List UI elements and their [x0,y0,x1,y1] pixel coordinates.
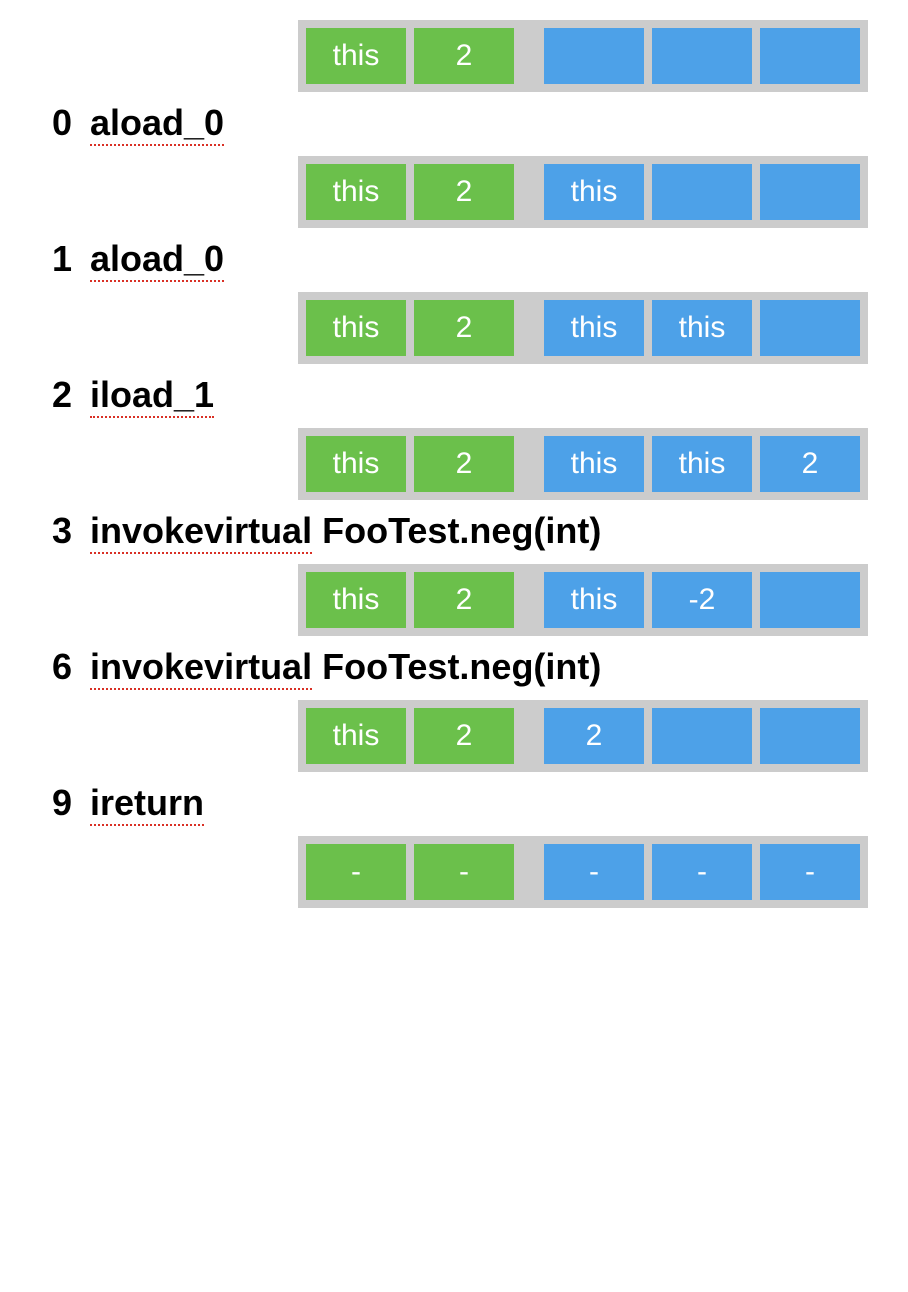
instruction-index: 6 [40,646,72,688]
local-var-cell: 2 [414,708,514,764]
stack-container: this2thisthis [298,292,868,364]
operand-stack-cell: 2 [760,436,860,492]
operand-stack-cell [760,572,860,628]
local-var-cell: this [306,28,406,84]
operand-stack-cell: 2 [544,708,644,764]
stack-state-row: this2thisthis [40,292,868,364]
stack-container: this2this-2 [298,564,868,636]
instruction-text: invokevirtual FooTest.neg(int) [90,510,601,552]
separator-gap [522,572,536,628]
operand: FooTest.neg(int) [322,510,601,551]
operand-stack-cell: this [544,300,644,356]
instruction-row: 6 invokevirtual FooTest.neg(int) [40,646,868,688]
operand-stack-cell: -2 [652,572,752,628]
instruction-index: 2 [40,374,72,416]
instruction-index: 1 [40,238,72,280]
instruction-text: aload_0 [90,102,224,144]
local-var-cell: this [306,708,406,764]
local-var-cell: this [306,572,406,628]
local-var-cell: 2 [414,436,514,492]
opcode: aload_0 [90,102,224,146]
operand-stack-cell [652,28,752,84]
stack-state-row: this22 [40,700,868,772]
stack-state-row: this2thisthis2 [40,428,868,500]
stack-state-row: this2this-2 [40,564,868,636]
separator-gap [522,844,536,900]
operand-stack-cell [652,164,752,220]
instruction-row: 9 ireturn [40,782,868,824]
operand: FooTest.neg(int) [322,646,601,687]
operand-stack-cell: - [760,844,860,900]
instruction-index: 0 [40,102,72,144]
operand-stack-cell [760,164,860,220]
operand-stack-cell: - [544,844,644,900]
local-var-cell: this [306,300,406,356]
operand-stack-cell [760,708,860,764]
operand-stack-cell: this [544,572,644,628]
instruction-text: aload_0 [90,238,224,280]
local-var-cell: 2 [414,300,514,356]
separator-gap [522,436,536,492]
instruction-text: iload_1 [90,374,214,416]
opcode: invokevirtual [90,510,312,554]
local-var-cell: - [414,844,514,900]
opcode: invokevirtual [90,646,312,690]
separator-gap [522,164,536,220]
stack-container: this22 [298,700,868,772]
operand-stack-cell: this [544,436,644,492]
instruction-index: 3 [40,510,72,552]
local-var-cell: this [306,164,406,220]
stack-container: this2thisthis2 [298,428,868,500]
separator-gap [522,28,536,84]
instruction-text: ireturn [90,782,204,824]
opcode: ireturn [90,782,204,826]
operand-stack-cell: this [652,300,752,356]
instruction-row: 1 aload_0 [40,238,868,280]
instruction-index: 9 [40,782,72,824]
separator-gap [522,708,536,764]
local-var-cell: 2 [414,28,514,84]
operand-stack-cell [652,708,752,764]
opcode: aload_0 [90,238,224,282]
operand-stack-cell: this [652,436,752,492]
opcode: iload_1 [90,374,214,418]
stack-state-row: ----- [40,836,868,908]
operand-stack-cell [760,28,860,84]
instruction-row: 0 aload_0 [40,102,868,144]
local-var-cell: 2 [414,572,514,628]
stack-container: this2this [298,156,868,228]
local-var-cell: 2 [414,164,514,220]
stack-state-row: this2this [40,156,868,228]
local-var-cell: this [306,436,406,492]
local-var-cell: - [306,844,406,900]
operand-stack-cell [544,28,644,84]
separator-gap [522,300,536,356]
instruction-row: 3 invokevirtual FooTest.neg(int) [40,510,868,552]
stack-container: ----- [298,836,868,908]
operand-stack-cell: - [652,844,752,900]
operand-stack-cell [760,300,860,356]
stack-container: this2 [298,20,868,92]
instruction-text: invokevirtual FooTest.neg(int) [90,646,601,688]
stack-state-row: this2 [40,20,868,92]
instruction-row: 2 iload_1 [40,374,868,416]
operand-stack-cell: this [544,164,644,220]
